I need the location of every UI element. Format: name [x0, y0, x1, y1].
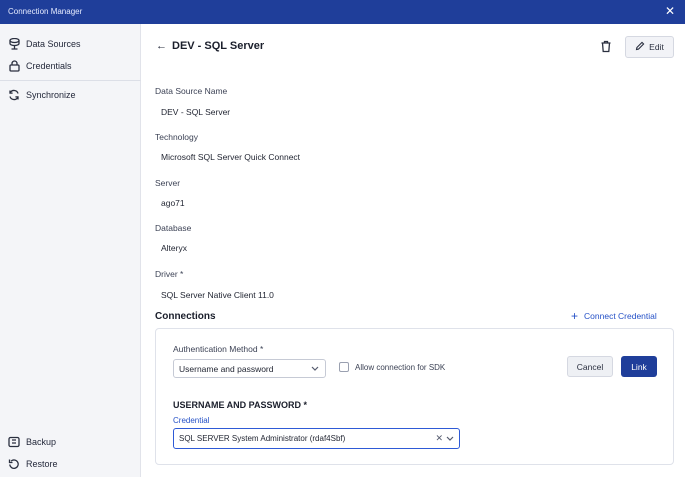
sidebar-item-label: Data Sources [26, 39, 81, 49]
edit-label: Edit [649, 42, 664, 52]
chevron-down-icon [310, 363, 320, 375]
sidebar-item-label: Credentials [26, 61, 72, 71]
title-bar: Connection Manager ✕ [0, 0, 685, 24]
sidebar-item-backup[interactable]: Backup [8, 433, 56, 451]
cancel-button[interactable]: Cancel [567, 356, 613, 377]
trash-icon[interactable] [600, 40, 614, 54]
sidebar-item-data-sources[interactable]: Data Sources [8, 35, 81, 53]
field-value-server: ago71 [161, 198, 185, 208]
connection-panel: Authentication Method * Username and pas… [155, 328, 674, 465]
arrow-left-icon[interactable]: ← [156, 40, 167, 52]
sidebar-item-label: Synchronize [26, 90, 76, 100]
chevron-down-icon[interactable] [445, 433, 455, 445]
field-value-database: Alteryx [161, 243, 187, 253]
link-button[interactable]: Link [621, 356, 657, 377]
connect-credential-label: Connect Credential [584, 311, 657, 321]
database-icon [8, 38, 20, 50]
connect-credential-link[interactable]: + Connect Credential [571, 309, 657, 323]
sidebar-item-restore[interactable]: Restore [8, 455, 58, 473]
sidebar-item-credentials[interactable]: Credentials [8, 57, 72, 75]
close-icon[interactable]: ✕ [663, 4, 677, 18]
sidebar: Data Sources Credentials Synchronize Bac… [0, 24, 141, 477]
plus-icon: + [571, 309, 579, 323]
window-title: Connection Manager [8, 7, 83, 16]
field-label-server: Server [155, 178, 181, 188]
credential-section-heading: USERNAME AND PASSWORD * [173, 400, 308, 410]
credential-select[interactable]: SQL SERVER System Administrator (rdaf4Sb… [173, 428, 460, 449]
sidebar-item-label: Backup [26, 437, 57, 447]
field-label-data-source-name: Data Source Name [155, 86, 228, 96]
sidebar-divider [0, 80, 141, 81]
allow-sdk-option[interactable]: Allow connection for SDK [339, 362, 445, 372]
field-label-technology: Technology [155, 132, 199, 142]
field-label-driver: Driver * [155, 269, 184, 279]
auth-method-select[interactable]: Username and password [173, 359, 326, 378]
credential-value: SQL SERVER System Administrator (rdaf4Sb… [179, 434, 346, 443]
edit-button[interactable]: Edit [625, 36, 674, 58]
clear-icon[interactable]: ✕ [435, 433, 443, 444]
pencil-icon [635, 41, 645, 53]
restore-icon [8, 458, 20, 470]
credential-label: Credential [173, 416, 210, 425]
allow-sdk-label: Allow connection for SDK [355, 362, 446, 372]
back-link[interactable]: ← DEV - SQL Server [156, 40, 264, 52]
auth-method-value: Username and password [179, 363, 274, 374]
sidebar-item-synchronize[interactable]: Synchronize [8, 86, 76, 104]
field-value-technology: Microsoft SQL Server Quick Connect [161, 152, 301, 162]
auth-method-label: Authentication Method * [173, 344, 264, 354]
connections-heading: Connections [155, 311, 216, 322]
page-title: DEV - SQL Server [172, 40, 265, 52]
allow-sdk-checkbox[interactable] [339, 362, 349, 372]
field-value-data-source-name: DEV - SQL Server [161, 107, 231, 117]
main-content: ← DEV - SQL Server Edit Data Source Name… [142, 24, 685, 477]
sidebar-item-label: Restore [26, 459, 58, 469]
backup-icon [8, 436, 20, 448]
field-value-driver: SQL Server Native Client 11.0 [161, 290, 274, 300]
lock-icon [8, 60, 20, 72]
sync-icon [8, 89, 20, 101]
field-label-database: Database [155, 223, 192, 233]
